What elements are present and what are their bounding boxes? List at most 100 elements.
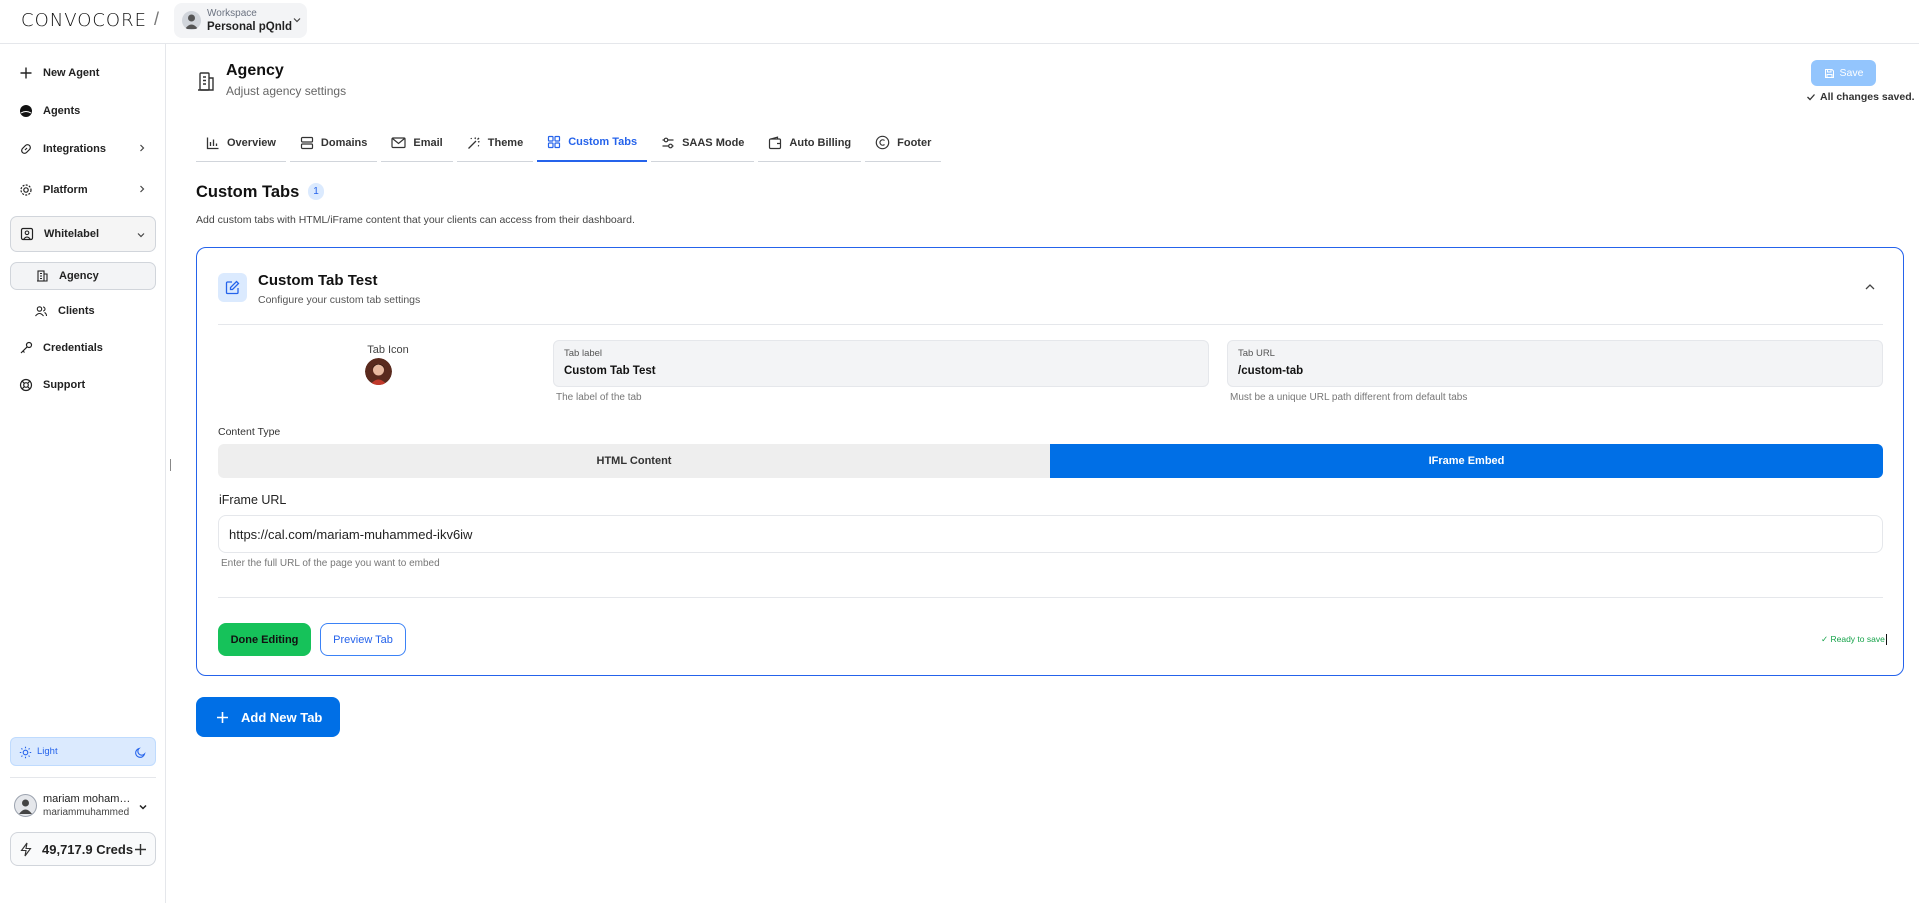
done-editing-button[interactable]: Done Editing bbox=[218, 623, 311, 656]
tab-icon-label: Tab Icon bbox=[367, 344, 409, 356]
tab-auto-billing[interactable]: Auto Billing bbox=[758, 124, 862, 162]
building-icon bbox=[37, 270, 48, 282]
check-icon bbox=[1807, 94, 1815, 101]
page-title: Agency bbox=[226, 62, 284, 79]
chevron-down-icon bbox=[139, 804, 147, 810]
sidebar-resize-handle[interactable] bbox=[170, 459, 172, 471]
workspace-caption: Workspace bbox=[207, 8, 257, 19]
sidebar-item-credentials[interactable]: Credentials bbox=[10, 333, 156, 363]
sidebar-item-platform[interactable]: Platform bbox=[10, 175, 156, 205]
sun-icon bbox=[19, 746, 32, 759]
chevron-up-icon[interactable] bbox=[1864, 281, 1876, 293]
key-icon bbox=[20, 341, 33, 354]
tab-label-help: The label of the tab bbox=[556, 392, 642, 403]
tab-footer[interactable]: Footer bbox=[865, 124, 942, 162]
tab-label: Overview bbox=[227, 136, 276, 149]
tab-label-field[interactable]: Tab label Custom Tab Test bbox=[553, 340, 1209, 387]
logo[interactable]: CONVOCORE bbox=[21, 10, 147, 31]
chevron-down-icon bbox=[137, 233, 145, 238]
tab-overview[interactable]: Overview bbox=[196, 124, 286, 162]
tab-label: SAAS Mode bbox=[682, 136, 745, 149]
user-menu[interactable]: mariam mohammed mariammuhammed bbox=[10, 789, 156, 823]
credits-widget[interactable]: 49,717.9 Creds bbox=[10, 832, 156, 866]
breadcrumb-separator: / bbox=[154, 9, 160, 29]
tab-custom-tabs[interactable]: Custom Tabs bbox=[537, 124, 648, 162]
content-type-iframe-option[interactable]: IFrame Embed bbox=[1050, 444, 1883, 478]
user-email: mariammuhammed bbox=[43, 807, 130, 818]
sidebar-item-label: Support bbox=[43, 379, 86, 391]
sidebar-item-label: Whitelabel bbox=[44, 228, 100, 240]
sidebar: New Agent Agents Integrations Platform W… bbox=[0, 44, 166, 903]
tab-icon-avatar[interactable] bbox=[365, 358, 392, 385]
sidebar-item-label: Agency bbox=[59, 270, 99, 282]
divider bbox=[218, 597, 1883, 598]
wallet-icon bbox=[769, 135, 782, 149]
sidebar-item-agency[interactable]: Agency bbox=[10, 262, 156, 290]
theme-toggle[interactable]: Light bbox=[10, 737, 156, 766]
plus-icon[interactable] bbox=[134, 843, 147, 856]
add-new-tab-button[interactable]: Add New Tab bbox=[196, 697, 340, 737]
sidebar-item-integrations[interactable]: Integrations bbox=[10, 134, 156, 164]
ready-status: ✓ Ready to save bbox=[1821, 634, 1887, 645]
mail-icon bbox=[391, 137, 406, 149]
gear-icon bbox=[20, 184, 32, 196]
chevron-right-icon bbox=[140, 144, 145, 152]
tab-url-field[interactable]: Tab URL /custom-tab bbox=[1227, 340, 1883, 387]
save-label: Save bbox=[1839, 67, 1864, 79]
sidebar-item-support[interactable]: Support bbox=[10, 370, 156, 400]
sidebar-item-label: Clients bbox=[58, 305, 95, 317]
moon-icon[interactable] bbox=[134, 746, 147, 759]
building-icon bbox=[198, 72, 214, 91]
card-subtitle: Configure your custom tab settings bbox=[258, 294, 421, 306]
sidebar-item-label: Credentials bbox=[43, 342, 103, 354]
count-badge: 1 bbox=[308, 183, 324, 200]
user-name: mariam mohammed bbox=[43, 793, 137, 805]
users-icon bbox=[35, 306, 48, 317]
workspace-avatar-icon bbox=[182, 11, 201, 30]
edit-icon bbox=[218, 273, 247, 302]
tab-label: Theme bbox=[487, 136, 524, 149]
workspace-switcher[interactable]: Workspace Personal pQnld bbox=[174, 3, 307, 38]
bar-chart-icon bbox=[206, 137, 219, 149]
content-type-html-option[interactable]: HTML Content bbox=[218, 444, 1050, 478]
plus-icon bbox=[217, 711, 228, 723]
sidebar-item-whitelabel[interactable]: Whitelabel bbox=[10, 216, 156, 252]
bolt-icon bbox=[20, 842, 32, 857]
iframe-url-help: Enter the full URL of the page you want … bbox=[221, 558, 440, 569]
content-type-label: Content Type bbox=[218, 426, 281, 438]
layout-icon bbox=[548, 135, 561, 149]
tab-saas-mode[interactable]: SAAS Mode bbox=[651, 124, 755, 162]
settings-tabs: Overview Domains Email Theme Custom Tabs… bbox=[196, 124, 945, 162]
sidebar-item-label: Platform bbox=[43, 184, 88, 196]
workspace-name: Personal pQnld bbox=[207, 21, 292, 33]
save-button[interactable]: Save bbox=[1811, 60, 1876, 86]
lifebuoy-icon bbox=[19, 378, 33, 392]
tab-label: Footer bbox=[897, 136, 932, 149]
page-subtitle: Adjust agency settings bbox=[226, 84, 347, 98]
section-title: Custom Tabs bbox=[196, 183, 300, 201]
tab-theme[interactable]: Theme bbox=[456, 124, 534, 162]
sliders-icon bbox=[662, 137, 674, 148]
sidebar-divider bbox=[10, 777, 156, 778]
sidebar-item-label: New Agent bbox=[43, 67, 100, 79]
card-title: Custom Tab Test bbox=[258, 272, 378, 289]
tab-domains[interactable]: Domains bbox=[289, 124, 378, 162]
avatar bbox=[14, 794, 37, 817]
custom-tab-card: Custom Tab Test Configure your custom ta… bbox=[196, 247, 1904, 676]
chevron-right-icon bbox=[140, 185, 145, 193]
tab-label: Email bbox=[413, 136, 443, 149]
add-new-tab-label: Add New Tab bbox=[241, 709, 323, 725]
tab-url-value: /custom-tab bbox=[1238, 365, 1304, 377]
sidebar-item-agents[interactable]: Agents bbox=[10, 96, 156, 126]
sidebar-item-new-agent[interactable]: New Agent bbox=[10, 58, 156, 88]
sidebar-item-clients[interactable]: Clients bbox=[10, 296, 156, 326]
content-type-toggle: HTML Content IFrame Embed bbox=[218, 444, 1883, 478]
save-status: All changes saved. bbox=[1806, 91, 1915, 103]
iframe-url-input[interactable] bbox=[218, 515, 1883, 553]
tab-label-value: Custom Tab Test bbox=[564, 365, 656, 377]
preview-tab-button[interactable]: Preview Tab bbox=[320, 623, 406, 656]
tab-email[interactable]: Email bbox=[381, 124, 453, 162]
tab-label: Auto Billing bbox=[789, 136, 852, 149]
section-description: Add custom tabs with HTML/iFrame content… bbox=[196, 214, 635, 226]
chevron-down-icon bbox=[293, 16, 301, 24]
